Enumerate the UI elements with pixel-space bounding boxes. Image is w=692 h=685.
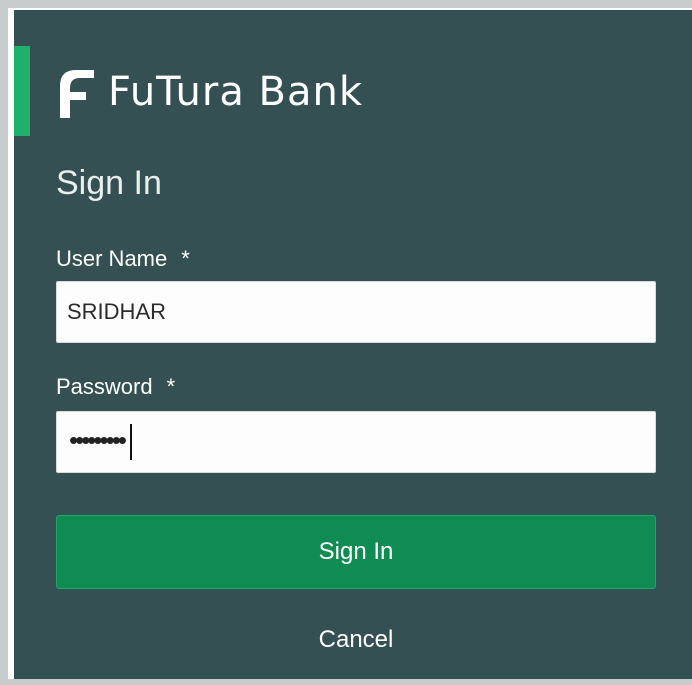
futura-f-logo-icon [58,70,94,118]
required-marker: * [181,246,190,271]
cancel-button[interactable]: Cancel [56,620,656,660]
password-label-text: Password [56,374,153,399]
brand-header: FuTura Bank [56,62,363,122]
brand-name: FuTura Bank [108,69,364,115]
username-label-text: User Name [56,246,168,271]
brand-accent-bar [14,46,30,136]
password-input[interactable]: ••••••••• [56,411,656,473]
required-marker: * [166,374,176,399]
password-label: Password * [56,374,175,400]
password-masked-value: ••••••••• [69,425,127,455]
username-label: User Name * [56,246,190,272]
sign-in-button[interactable]: Sign In [56,515,656,589]
text-cursor [129,424,132,460]
username-input[interactable] [56,281,656,343]
page-title: Sign In [56,164,162,202]
